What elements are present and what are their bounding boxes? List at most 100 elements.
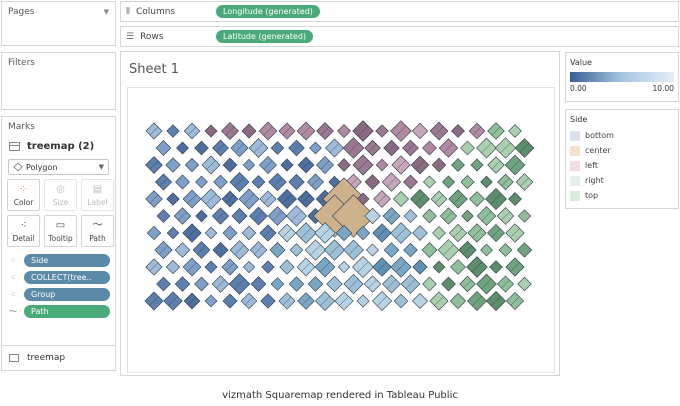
squaremap-cell[interactable] (165, 157, 181, 173)
squaremap-cell[interactable] (241, 225, 257, 241)
squaremap-cell[interactable] (375, 158, 389, 172)
squaremap-cell[interactable] (212, 241, 229, 259)
squaremap-cell[interactable] (195, 175, 208, 189)
squaremap-cell[interactable] (270, 141, 285, 155)
squaremap-cell[interactable] (260, 293, 276, 309)
squaremap-cell[interactable] (280, 158, 294, 172)
squaremap-cell[interactable] (288, 276, 305, 292)
squaremap-cell[interactable] (222, 225, 238, 241)
filters-card[interactable]: Filters (1, 52, 116, 110)
squaremap-cell[interactable] (432, 226, 446, 240)
squaremap-cell[interactable] (156, 276, 171, 292)
squaremap-cell[interactable] (146, 225, 162, 241)
squaremap-cell[interactable] (449, 292, 467, 310)
squaremap-cell[interactable] (204, 260, 218, 274)
squaremap-cell[interactable] (469, 191, 485, 207)
squaremap-cell[interactable] (422, 276, 437, 292)
squaremap-cell[interactable] (403, 209, 418, 223)
side-pill[interactable]: Side (24, 254, 110, 267)
squaremap-cell[interactable] (204, 294, 218, 308)
squaremap-cell[interactable] (156, 209, 171, 223)
squaremap-cell[interactable] (489, 260, 503, 274)
squaremap-cell[interactable] (241, 123, 257, 139)
squaremap-cell[interactable] (279, 259, 295, 275)
squaremap-cell[interactable] (498, 243, 513, 257)
squaremap-cell[interactable] (364, 174, 381, 190)
rows-shelf[interactable]: ☰ Rows Latitude (generated) (120, 26, 679, 47)
legend-item-bottom[interactable]: bottom (566, 128, 678, 143)
squaremap-cell[interactable] (242, 260, 256, 274)
squaremap-cell[interactable] (480, 243, 493, 257)
marks-layer-header[interactable]: treemap (2) (2, 137, 115, 156)
sheet-tab-treemap[interactable]: treemap (1, 345, 116, 371)
path-pill[interactable]: Path (24, 305, 110, 318)
squaremap-cell[interactable] (470, 158, 484, 172)
squaremap-cell[interactable] (460, 174, 475, 190)
squaremap-cell[interactable] (307, 276, 324, 292)
squaremap-cell[interactable] (393, 293, 409, 309)
squaremap-cell[interactable] (337, 158, 351, 172)
squaremap-cell[interactable] (431, 157, 447, 173)
mark-type-select[interactable]: Polygon ▼ (8, 159, 109, 175)
squaremap-cell[interactable] (517, 276, 532, 292)
squaremap-cell[interactable] (460, 140, 475, 156)
squaremap-cell[interactable] (204, 124, 218, 138)
squaremap-cell[interactable] (242, 158, 256, 172)
squaremap-cell[interactable] (165, 259, 181, 275)
squaremap-cell[interactable] (289, 243, 304, 257)
squaremap-cell[interactable] (508, 124, 522, 138)
squaremap-cell[interactable] (451, 124, 465, 138)
longitude-pill[interactable]: Longitude (generated) (216, 5, 320, 18)
squaremap-cell[interactable] (176, 141, 189, 155)
squaremap-cell[interactable] (231, 207, 248, 225)
squaremap-cell[interactable] (383, 242, 400, 258)
squaremap-cell[interactable] (222, 157, 238, 173)
squaremap-cell[interactable] (269, 242, 286, 258)
squaremap-cell[interactable] (421, 242, 438, 258)
squaremap-cell[interactable] (375, 124, 389, 138)
squaremap-cell[interactable] (261, 260, 275, 274)
pages-card[interactable]: Pages ▼ (1, 1, 116, 46)
squaremap-cell[interactable] (166, 226, 180, 240)
size-button[interactable]: ◎ Size (44, 179, 77, 211)
squaremap-cell[interactable] (326, 275, 343, 293)
squaremap-cell[interactable] (194, 276, 209, 292)
squaremap-cell[interactable] (450, 259, 466, 275)
squaremap-cell[interactable] (222, 293, 238, 309)
squaremap-cell[interactable] (213, 174, 228, 190)
squaremap-cell[interactable] (337, 260, 351, 274)
color-button[interactable]: ⁘ Color (7, 179, 40, 211)
group-pill[interactable]: Group (24, 288, 110, 301)
squaremap-cell[interactable] (516, 242, 533, 258)
squaremap-cell[interactable] (480, 175, 493, 189)
squaremap-cell[interactable] (432, 260, 446, 274)
squaremap-cell[interactable] (451, 158, 465, 172)
collect-pill[interactable]: COLLECT(tree.. (24, 271, 110, 284)
squaremap-cell[interactable] (508, 192, 522, 206)
squaremap-cell[interactable] (250, 276, 267, 292)
squaremap-cell[interactable] (194, 140, 209, 156)
squaremap-cell[interactable] (251, 175, 266, 189)
squaremap-cell[interactable] (422, 140, 437, 156)
squaremap-cell[interactable] (270, 277, 285, 291)
value-legend[interactable]: Value 0.00 10.00 (565, 52, 679, 102)
squaremap-svg[interactable] (128, 88, 554, 372)
squaremap-cell[interactable] (166, 192, 180, 206)
squaremap-cell[interactable] (309, 141, 322, 155)
latitude-pill[interactable]: Latitude (generated) (216, 30, 314, 43)
chevron-down-icon[interactable]: ▼ (104, 8, 109, 16)
squaremap-cell[interactable] (174, 276, 191, 292)
squaremap-cell[interactable] (423, 175, 436, 189)
squaremap-cell[interactable] (517, 209, 532, 223)
squaremap-cell[interactable] (412, 225, 428, 241)
squaremap-cell[interactable] (175, 174, 190, 190)
squaremap-cell[interactable] (461, 209, 474, 223)
squaremap-cell[interactable] (411, 122, 429, 140)
detail-button[interactable]: ⁖ Detail (7, 215, 40, 247)
squaremap-cell[interactable] (356, 294, 370, 308)
legend-item-top[interactable]: top (566, 188, 678, 203)
squaremap-cell[interactable] (392, 190, 410, 208)
squaremap-cell[interactable] (441, 276, 456, 292)
squaremap-cell[interactable] (155, 140, 172, 156)
columns-shelf[interactable]: ⦀ Columns Longitude (generated) (120, 1, 679, 22)
